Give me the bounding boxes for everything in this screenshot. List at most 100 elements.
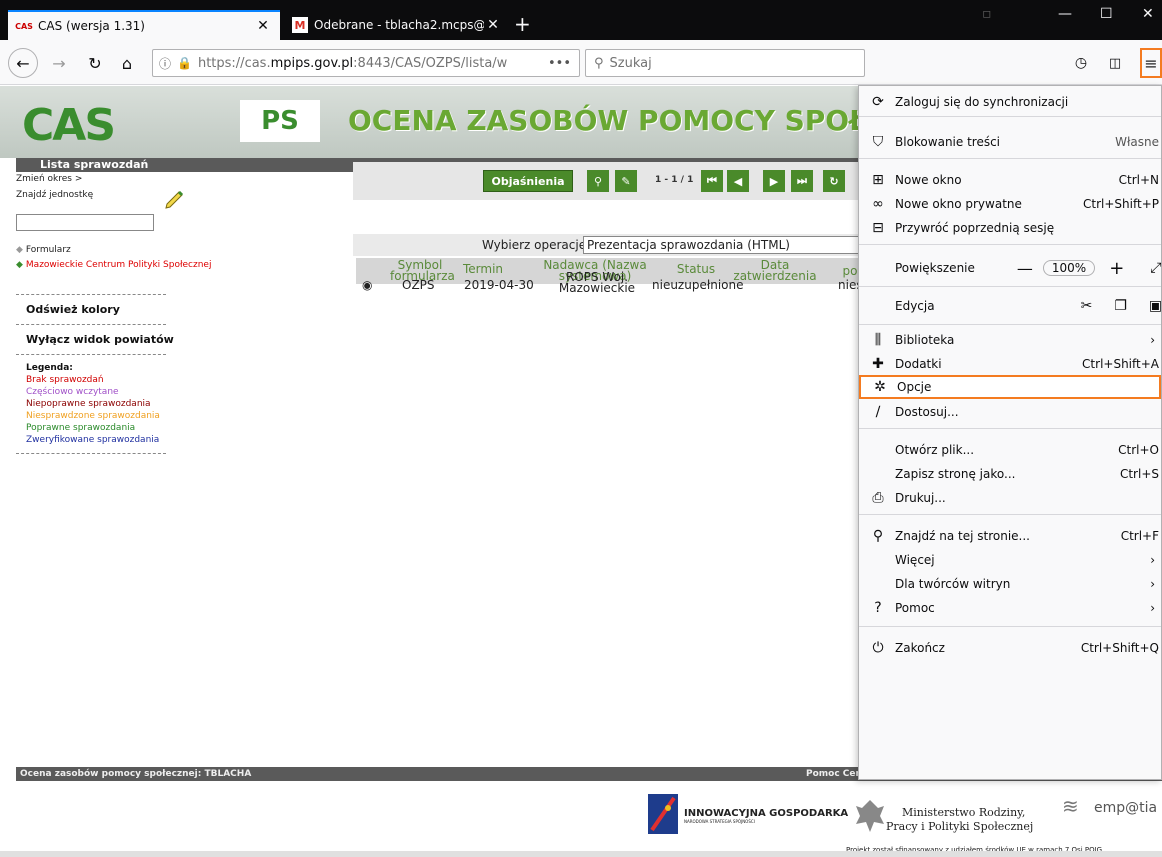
zoom-reset-button[interactable]: 100%	[1042, 260, 1096, 276]
menu-item-blocking[interactable]: ⛉ Blokowanie treści Własne	[859, 130, 1161, 154]
home-icon[interactable]: ⌂	[114, 50, 140, 76]
disable-districts-button[interactable]: Wyłącz widok powiatów	[26, 333, 336, 346]
divider	[16, 453, 166, 454]
legend-item: Niepoprawne sprawozdania	[26, 399, 151, 409]
empatia-waves-icon: ≋	[1062, 794, 1079, 818]
reload-icon[interactable]: ↻	[82, 50, 108, 76]
cell-nadawca: ROPS Woj. Mazowieckie	[558, 270, 636, 295]
app-menu-panel: ⟳ Zaloguj się do synchronizacji ⛉ Blokowan…	[858, 85, 1162, 780]
refresh-colors-button[interactable]: Odśwież kolory	[26, 303, 336, 316]
menu-item-customize[interactable]: ∕ Dostosuj...	[859, 400, 1161, 424]
ministry-line1: Ministerstwo Rodziny,	[902, 806, 1026, 819]
url-bar[interactable]: ⓘ 🔒 https://cas.mpips.gov.pl:8443/CAS/OZ…	[152, 49, 580, 77]
ministry-line2: Pracy i Polityki Społecznej	[886, 820, 1034, 833]
tab-gmail[interactable]: M Odebrane - tblacha2.mcps@gn ✕	[284, 10, 510, 40]
operation-select[interactable]: Prezentacja sprawozdania (HTML)	[583, 236, 863, 254]
cas-logo: CAS	[22, 100, 116, 151]
search-icon[interactable]: ⚲	[587, 170, 609, 192]
tab-title: Odebrane - tblacha2.mcps@gn	[314, 18, 484, 32]
menu-item-private-window[interactable]: ∞ Nowe okno prywatne Ctrl+Shift+P	[859, 192, 1161, 216]
menu-item-new-window[interactable]: ⊞ Nowe okno Ctrl+N	[859, 168, 1161, 192]
cas-favicon-icon: CAS	[15, 21, 33, 31]
library-icon: ⫼	[874, 332, 882, 348]
back-arrow-icon[interactable]: ←	[8, 48, 38, 78]
search-icon: ⚲	[872, 528, 884, 544]
footer-logos: INNOWACYJNA GOSPODARKA NARODOWA STRATEGI…	[0, 786, 1162, 857]
menu-item-addons[interactable]: ✚ Dodatki Ctrl+Shift+A	[859, 352, 1161, 376]
forward-arrow-icon[interactable]: →	[46, 50, 72, 76]
menu-item-library[interactable]: ⫼ Biblioteka ›	[859, 328, 1161, 352]
minimize-icon[interactable]: —	[1058, 6, 1072, 22]
copy-icon[interactable]: ❐	[1114, 298, 1127, 314]
tab-cas[interactable]: CAS CAS (wersja 1.31) ✕	[8, 10, 280, 40]
divider	[859, 286, 1161, 287]
menu-item-quit[interactable]: ⏻ Zakończ Ctrl+Shift+Q	[859, 636, 1161, 660]
prev-page-icon[interactable]: ◀	[727, 170, 749, 192]
refresh-icon[interactable]: ↻	[823, 170, 845, 192]
legend-item: Częściowo wczytane	[26, 387, 119, 397]
zoom-out-icon[interactable]: —	[1017, 259, 1033, 278]
change-period-link[interactable]: Zmień okres >	[16, 174, 336, 184]
explain-button[interactable]: Objaśnienia	[483, 170, 573, 192]
menu-item-open-file[interactable]: Otwórz plik... Ctrl+O	[859, 438, 1161, 462]
sync-icon: ⟳	[872, 94, 884, 110]
legend-item: Niesprawdzone sprawozdania	[26, 411, 160, 421]
diamond-icon: ◆	[16, 245, 23, 255]
new-window-icon: ⊞	[872, 172, 884, 188]
printer-icon: ⎙	[872, 490, 884, 506]
last-page-icon[interactable]: ⏭	[791, 170, 813, 192]
first-page-icon[interactable]: ⏮	[701, 170, 723, 192]
help-icon: ?	[874, 600, 882, 616]
maximize-icon[interactable]: ☐	[1100, 6, 1113, 22]
zoom-in-icon[interactable]: +	[1109, 258, 1124, 279]
menu-item-restore[interactable]: ⊟ Przywróć poprzednią sesję	[859, 216, 1161, 240]
navigation-bar: ← → ↻ ⌂ ⓘ 🔒 https://cas.mpips.gov.pl:844…	[0, 40, 1162, 85]
menu-hamburger-icon[interactable]: ≡	[1140, 48, 1162, 78]
search-input[interactable]: ⚲ Szukaj	[585, 49, 865, 77]
pager-text: 1 - 1 / 1	[655, 175, 694, 185]
close-icon[interactable]: ✕	[254, 18, 272, 34]
edit-pencil-icon[interactable]: ✎	[615, 170, 637, 192]
tab-bar: CAS CAS (wersja 1.31) ✕ M Odebrane - tbl…	[0, 0, 1162, 40]
divider	[16, 324, 166, 325]
menu-item-print[interactable]: ⎙ Drukuj...	[859, 486, 1161, 510]
menu-item-save-page[interactable]: Zapisz stronę jako... Ctrl+S	[859, 462, 1161, 486]
operation-label: Wybierz operację:	[482, 238, 591, 252]
innovation-logo-title: INNOWACYJNA GOSPODARKA	[684, 808, 849, 819]
sidebar-icon[interactable]: ◫	[1102, 50, 1128, 76]
divider	[859, 514, 1161, 515]
puzzle-icon: ✚	[872, 356, 884, 372]
innovation-logo-sub: NARODOWA STRATEGIA SPÓJNOŚCI	[684, 819, 755, 824]
find-pen-icon[interactable]	[162, 188, 186, 212]
close-icon[interactable]: ✕	[484, 17, 502, 33]
menu-item-options[interactable]: ✲ Opcje	[859, 375, 1161, 399]
history-icon[interactable]: ◷	[1068, 50, 1094, 76]
new-tab-plus-icon[interactable]: +	[514, 14, 531, 34]
paste-icon[interactable]: ▣	[1149, 298, 1162, 314]
menu-item-web-dev[interactable]: Dla twórców witryn ›	[859, 572, 1161, 596]
row-radio[interactable]: ◉	[362, 278, 372, 292]
divider	[859, 324, 1161, 325]
eu-flag-logo-icon	[648, 794, 678, 834]
lock-icon[interactable]: 🔒	[177, 56, 192, 70]
eagle-emblem-icon	[856, 800, 884, 832]
info-icon[interactable]: ⓘ	[159, 55, 171, 72]
shield-icon: ⛉	[872, 134, 884, 150]
next-page-icon[interactable]: ▶	[763, 170, 785, 192]
close-window-icon[interactable]: ✕	[1142, 6, 1154, 22]
menu-item-sync[interactable]: ⟳ Zaloguj się do synchronizacji	[859, 90, 1161, 114]
menu-item-find[interactable]: ⚲ Znajdź na tej stronie... Ctrl+F	[859, 524, 1161, 548]
fullscreen-icon[interactable]: ⤢	[1150, 260, 1161, 276]
cut-icon[interactable]: ✂	[1081, 298, 1093, 314]
page-actions-icon[interactable]: •••	[548, 56, 571, 71]
tree-item-mcps[interactable]: ◆ Mazowieckie Centrum Polityki Społecznej	[16, 260, 336, 270]
tree-item-formularz[interactable]: ◆ Formularz	[16, 245, 336, 255]
gear-icon: ✲	[874, 379, 886, 395]
horizontal-scrollbar[interactable]	[0, 851, 1162, 857]
find-unit-input[interactable]	[16, 214, 154, 231]
table-row[interactable]: ◉ OZPS 2019-04-30 ROPS Woj. Mazowieckie …	[356, 264, 863, 294]
legend-title: Legenda:	[26, 363, 73, 373]
tracking-icon: ▫	[982, 6, 992, 22]
menu-item-more[interactable]: Więcej ›	[859, 548, 1161, 572]
menu-item-help[interactable]: ? Pomoc ›	[859, 596, 1161, 620]
